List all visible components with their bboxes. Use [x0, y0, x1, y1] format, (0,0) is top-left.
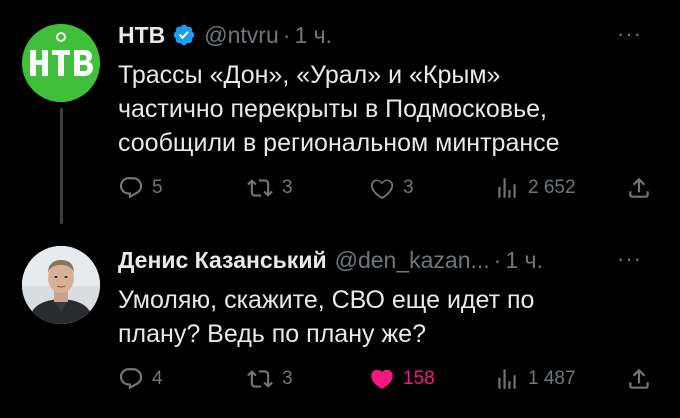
tweet-header: Денис Казанський @den_kazan... · 1 ч.	[118, 246, 543, 274]
tweet-ntv[interactable]: НТВ @ntvru · 1 ч. ··· Трассы «Дон», «Ура…	[0, 0, 680, 224]
tweet-text-line: плану? Ведь по плану же?	[118, 320, 426, 348]
tweet-text: Умоляю, скажите, СВО еще идет по плану? …	[118, 283, 658, 351]
ntv-logo-icon	[22, 24, 100, 102]
retweet-button[interactable]: 3	[246, 359, 293, 399]
share-icon	[629, 177, 649, 198]
retweet-icon	[247, 370, 273, 388]
like-button[interactable]: 3	[369, 168, 414, 208]
retweet-count: 3	[282, 368, 293, 389]
user-photo	[22, 246, 100, 324]
views-button[interactable]: 1 487	[494, 359, 576, 399]
reply-button[interactable]: 4	[118, 359, 163, 399]
share-button[interactable]	[626, 359, 652, 399]
separator-dot: ·	[493, 247, 502, 273]
user-avatar[interactable]	[22, 246, 100, 324]
like-icon-filled	[371, 369, 393, 389]
tweet-text-line: сообщили в региональном минтрансе	[118, 129, 560, 157]
author-handle[interactable]: @den_kazan...	[335, 246, 490, 274]
tweet-time[interactable]: 1 ч.	[505, 246, 543, 274]
tweet-text-line: Умоляю, скажите, СВО еще идет по	[118, 286, 535, 314]
views-button[interactable]: 2 652	[494, 168, 576, 208]
more-icon[interactable]: ···	[617, 248, 642, 270]
like-count: 3	[403, 177, 414, 198]
verified-badge-icon	[172, 23, 196, 47]
author-name[interactable]: Денис Казанський	[118, 246, 327, 274]
retweet-button[interactable]: 3	[246, 168, 293, 208]
reply-button[interactable]: 5	[118, 168, 163, 208]
reply-icon	[119, 177, 143, 199]
ntv-avatar[interactable]	[22, 24, 100, 102]
more-icon[interactable]: ···	[617, 23, 642, 45]
reply-icon	[119, 368, 143, 390]
like-count: 158	[403, 368, 435, 389]
like-button[interactable]: 158	[369, 359, 435, 399]
tweet-text: Трассы «Дон», «Урал» и «Крым» частично п…	[118, 58, 658, 160]
views-icon	[498, 369, 516, 389]
author-name[interactable]: НТВ	[118, 21, 165, 49]
share-icon	[629, 368, 649, 389]
author-handle[interactable]: @ntvru	[204, 21, 278, 49]
reply-count: 4	[152, 368, 163, 389]
separator-dot: ·	[282, 22, 291, 48]
reply-count: 5	[152, 177, 163, 198]
tweet-text-line: Трассы «Дон», «Урал» и «Крым»	[118, 61, 501, 89]
tweet-header: НТВ @ntvru · 1 ч.	[118, 21, 332, 49]
views-count: 2 652	[528, 177, 576, 198]
tweet-time[interactable]: 1 ч.	[294, 21, 332, 49]
views-count: 1 487	[528, 368, 576, 389]
retweet-count: 3	[282, 177, 293, 198]
tweet-actions: 5 3 3 2 652	[0, 168, 680, 208]
views-icon	[498, 178, 516, 198]
tweet-actions: 4 3 158 1 487	[0, 359, 680, 399]
share-button[interactable]	[626, 168, 652, 208]
tweet-text-line: частично перекрыты в Подмосковье,	[118, 95, 547, 123]
like-icon	[370, 179, 394, 199]
tweet-reply[interactable]: Денис Казанський @den_kazan... · 1 ч. ··…	[0, 222, 680, 418]
retweet-icon	[247, 179, 273, 197]
